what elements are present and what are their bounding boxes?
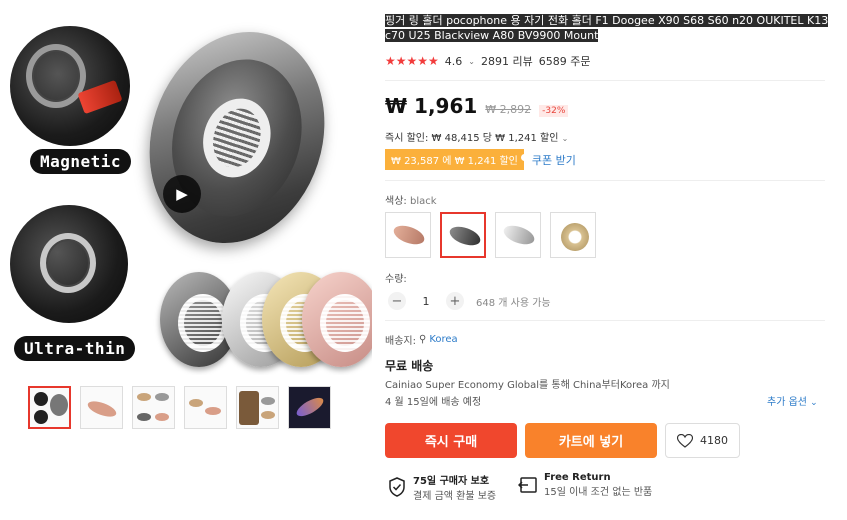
ring-icon [40,233,96,293]
location-pin-icon: ⚲ [418,334,427,345]
product-title: 핑거 링 홀더 pocophone 용 자기 전화 홀더 F1 Doogee X… [385,14,829,42]
return-icon [518,475,538,495]
ring-icon [26,44,86,108]
buy-now-button[interactable]: 즉시 구매 [385,423,517,458]
more-options-link[interactable]: 추가 옵션 ⌄ [767,393,818,408]
ring-variant-rose [302,272,372,367]
return-sub: 15일 이내 조건 없는 반품 [544,487,653,498]
chevron-down-icon[interactable]: ⌄ [468,57,475,66]
shield-check-icon [387,477,407,497]
ship-to: 배송지: ⚲ Korea [385,334,458,347]
instant-discount[interactable]: 즉시 할인: ₩ 48,415 당 ₩ 1,241 할인 ⌄ [385,129,568,144]
original-price: ₩ 2,892 [485,103,532,116]
add-to-cart-button[interactable]: 카트에 넣기 [525,423,657,458]
available-count: 648 개 사용 가능 [476,297,551,309]
thumbnail-5[interactable] [236,386,279,429]
protection-title: 75일 구매자 보호 [413,476,490,487]
rating-row: ★★★★★ 4.6 ⌄ 2891 리뷰 6589 주문 [385,53,590,69]
order-count: 6589 주문 [538,55,591,68]
swatch-silver[interactable] [495,212,541,258]
wishlist-button[interactable]: 4180 [665,423,740,458]
thumbnail-2[interactable] [80,386,123,429]
swatch-black[interactable] [440,212,486,258]
buyer-protection: 75일 구매자 보호 결제 금액 환불 보증 [387,472,496,502]
color-label: 색상: black [385,196,437,207]
magnetic-label: Magnetic [30,149,132,174]
thumbnail-6[interactable] [288,386,331,429]
main-product-image[interactable]: Magnetic Ultra-thin ▶ [0,0,372,375]
free-shipping-label: 무료 배송 [385,359,434,373]
swatch-rose[interactable] [385,212,431,258]
coupon-row: ₩ 23,587 에 ₩ 1,241 할인 쿠폰 받기 [385,149,576,170]
quantity-value[interactable]: 1 [418,295,434,308]
ultrathin-label: Ultra-thin [14,336,136,361]
protection-sub: 결제 금액 환불 보증 [413,491,497,502]
shipping-description: Cainiao Super Economy Global를 통해 China부터… [385,380,670,391]
thumbnail-strip [28,386,331,429]
current-price: ₩ 1,961 [385,94,478,118]
increase-button[interactable]: + [446,292,464,310]
color-swatches [385,212,596,258]
selected-color: black [409,196,437,207]
ring-holder-image [122,8,352,267]
country-link[interactable]: Korea [429,334,457,345]
review-count[interactable]: 2891 리뷰 [481,53,533,69]
thumbnail-3[interactable] [132,386,175,429]
free-return: Free Return 15일 이내 조건 없는 반품 [518,472,652,498]
product-gallery: Magnetic Ultra-thin ▶ [0,0,372,435]
rating-value: 4.6 [444,54,463,68]
coupon-badge: ₩ 23,587 에 ₩ 1,241 할인 [385,149,528,170]
divider [385,320,825,321]
price-row: ₩ 1,961 ₩ 2,892 -32% [385,94,569,118]
swatch-gold[interactable] [550,212,596,258]
return-title: Free Return [544,472,611,483]
magnetic-detail-circle [10,26,130,146]
logo-mark [193,89,281,187]
thumbnail-1[interactable] [28,386,71,429]
star-rating-icon: ★★★★★ [385,54,439,68]
quantity-label: 수량: [385,274,407,285]
discount-badge: -32% [539,105,569,117]
get-coupon-link[interactable]: 쿠폰 받기 [532,152,576,168]
delivery-date: 4 월 15일에 배송 예정 [385,397,482,408]
ultrathin-detail-circle [10,205,128,323]
divider [385,180,825,181]
divider [385,80,825,81]
wishlist-count: 4180 [700,434,728,447]
thumbnail-4[interactable] [184,386,227,429]
heart-icon [677,433,693,448]
quantity-stepper: − 1 + 648 개 사용 가능 [388,292,551,310]
play-video-icon[interactable]: ▶ [163,175,201,213]
chevron-down-icon: ⌄ [561,134,569,143]
chevron-down-icon: ⌄ [810,398,818,408]
decrease-button[interactable]: − [388,292,406,310]
